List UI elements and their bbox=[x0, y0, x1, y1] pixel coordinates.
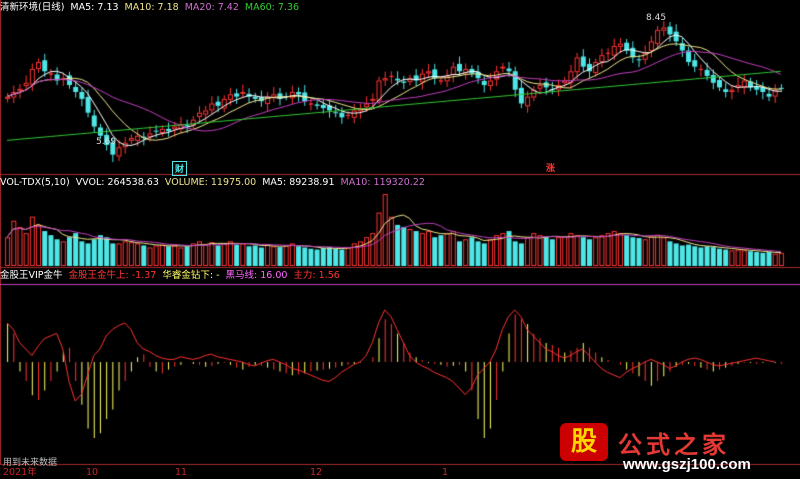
watermark-url: www.gszj100.com bbox=[623, 456, 751, 473]
volume-readout: VOLUME: 11975.00 bbox=[164, 177, 257, 188]
vol-title: VOL-TDX(5,10) bbox=[0, 177, 70, 188]
watermark-text: 公式之家 bbox=[618, 429, 730, 459]
axis-label-oct: 10 bbox=[86, 467, 99, 478]
price-panel-header: 清新环境(日线) MA5: 7.13 MA10: 7.18 MA20: 7.42… bbox=[0, 1, 299, 15]
max-price-label: 8.45 bbox=[646, 13, 667, 23]
vvol-readout: VVOL: 264538.63 bbox=[75, 177, 159, 188]
indicator-item-4: 主力: 1.56 bbox=[293, 270, 340, 281]
ma60-readout: MA60: 7.36 bbox=[244, 2, 300, 13]
vol-ma10-readout: MA10: 119320.22 bbox=[340, 177, 425, 188]
volume-panel-header: VOL-TDX(5,10) VVOL: 264538.63 VOLUME: 11… bbox=[0, 176, 425, 190]
ma5-readout: MA5: 7.13 bbox=[70, 2, 119, 13]
indicator-item-3: 黑马线: 16.00 bbox=[225, 270, 288, 281]
axis-label-year: 2021年 bbox=[3, 467, 37, 478]
ma10-readout: MA10: 7.18 bbox=[124, 2, 179, 13]
vol-ma5-readout: MA5: 89238.91 bbox=[262, 177, 335, 188]
ma20-readout: MA20: 7.42 bbox=[184, 2, 239, 13]
bull-icon: 股 bbox=[560, 423, 608, 461]
stock-title: 清新环境(日线) bbox=[0, 2, 65, 13]
zhang-tag[interactable]: 涨 bbox=[544, 161, 557, 174]
axis-label-nov: 11 bbox=[175, 467, 188, 478]
indicator-item-2: 华睿金钻下: - bbox=[162, 270, 220, 281]
kline-chart-canvas[interactable] bbox=[0, 0, 800, 479]
indicator-panel-header: 金股王VIP金牛 金股王金牛上: -1.37 华睿金钻下: - 黑马线: 16.… bbox=[0, 269, 340, 283]
indicator-item-1: 金股王金牛上: -1.37 bbox=[68, 270, 157, 281]
indicator-title: 金股王VIP金牛 bbox=[0, 270, 63, 281]
min-price-label: 5.69 bbox=[96, 137, 117, 147]
axis-label-dec: 12 bbox=[310, 467, 323, 478]
axis-label-jan: 1 bbox=[442, 467, 449, 478]
cai-tag[interactable]: 财 bbox=[172, 161, 188, 176]
